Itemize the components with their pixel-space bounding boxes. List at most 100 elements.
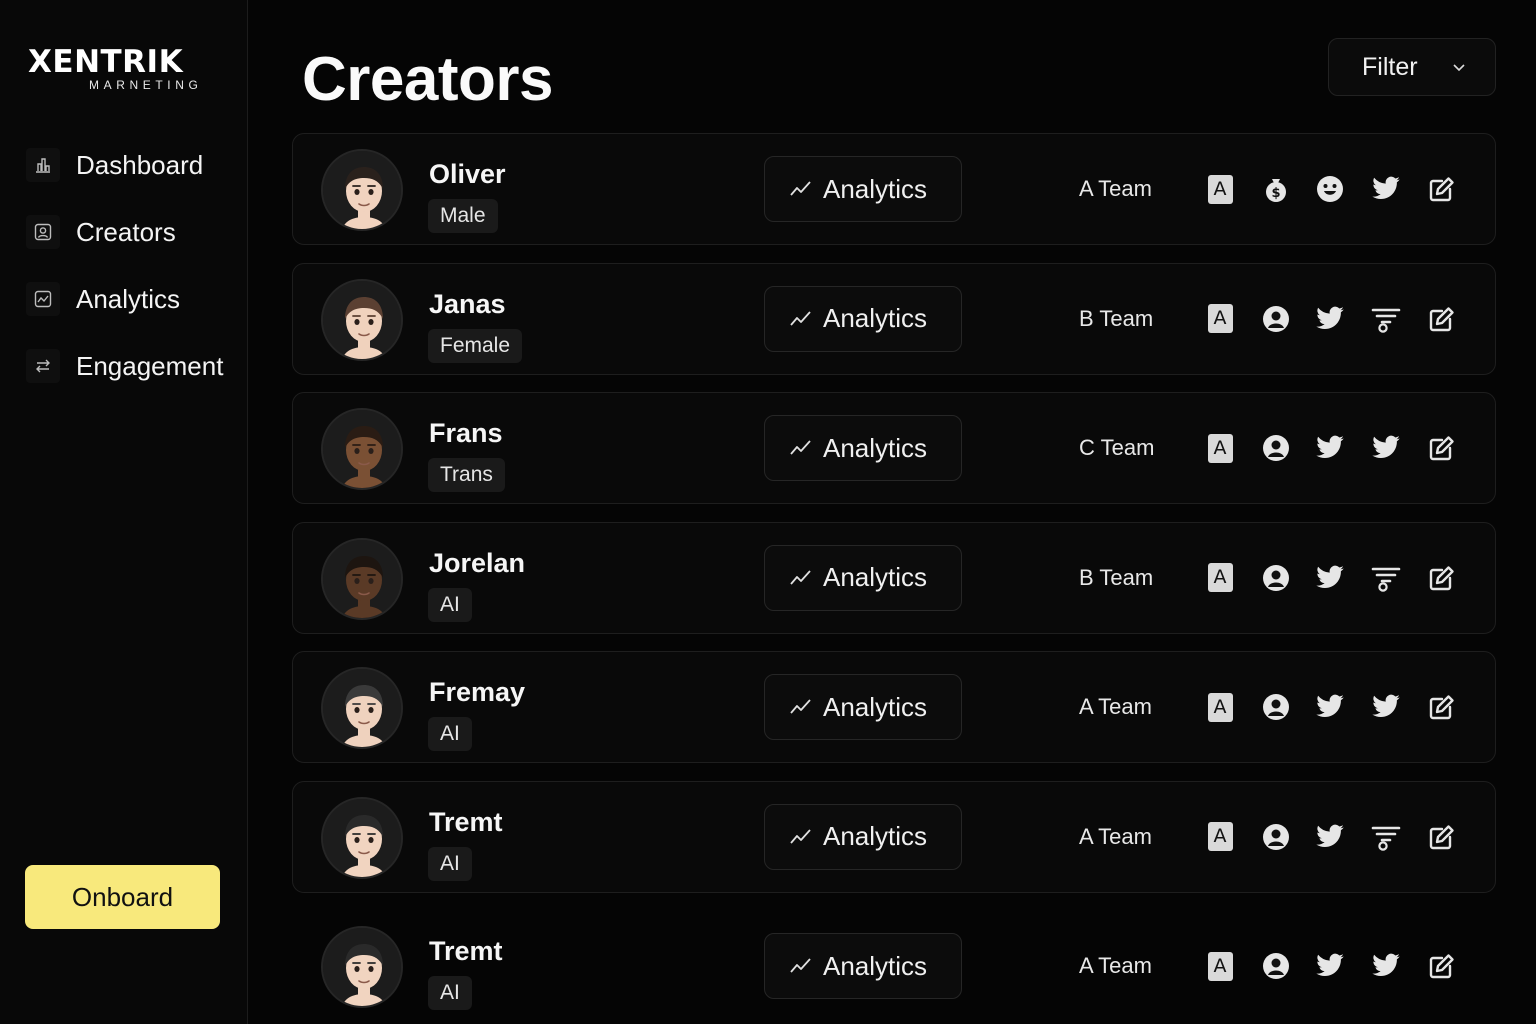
profile-icon[interactable] <box>1259 820 1293 854</box>
app-store-icon[interactable]: A <box>1203 431 1237 465</box>
profile-icon[interactable] <box>1259 431 1293 465</box>
creator-row: Janas Female Analytics B Team A <box>292 262 1496 375</box>
creator-tag-badge: AI <box>428 846 472 881</box>
team-label: A Team <box>1079 823 1152 849</box>
edit-icon[interactable] <box>1425 949 1459 983</box>
bar-chart-icon <box>26 148 60 182</box>
line-chart-icon <box>26 282 60 316</box>
avatar <box>321 926 403 1008</box>
profile-icon[interactable] <box>1259 949 1293 983</box>
creator-row: Tremt AI Analytics A Team A <box>292 910 1496 1022</box>
avatar <box>321 796 403 879</box>
profile-icon[interactable] <box>1259 690 1293 724</box>
creator-name: Jorelan <box>429 547 526 578</box>
twitter-icon[interactable] <box>1313 949 1347 983</box>
sidebar-item-label: Dashboard <box>76 149 204 180</box>
creator-name: Tremt <box>429 806 503 837</box>
sidebar-item-creators[interactable]: Creators <box>26 211 223 253</box>
profile-icon[interactable] <box>1259 561 1293 595</box>
analytics-button[interactable]: Analytics <box>764 803 962 870</box>
creator-tag-badge: Male <box>428 199 498 233</box>
avatar <box>321 408 403 490</box>
funnel-icon[interactable] <box>1369 820 1403 854</box>
coin-bag-icon[interactable]: $ <box>1259 172 1293 206</box>
creator-name: Frans <box>429 418 503 448</box>
edit-icon[interactable] <box>1425 302 1459 336</box>
sidebar-nav: Dashboard Creators Analytics Engagement <box>26 144 223 412</box>
trend-line-icon <box>790 699 811 714</box>
onboard-button[interactable]: Onboard <box>25 865 220 929</box>
sidebar-item-label: Analytics <box>76 283 181 314</box>
sidebar: XENTRIK MARNETING Dashboard Creators Ana… <box>0 0 248 1024</box>
sidebar-item-analytics[interactable]: Analytics <box>26 278 223 320</box>
analytics-button[interactable]: Analytics <box>764 933 962 999</box>
sidebar-item-engagement[interactable]: Engagement <box>26 345 223 387</box>
chevron-down-icon <box>1453 64 1465 72</box>
analytics-label: Analytics <box>823 562 928 592</box>
analytics-button[interactable]: Analytics <box>764 544 962 611</box>
twitter-icon[interactable] <box>1313 431 1347 465</box>
filter-dropdown[interactable]: Filter <box>1328 38 1496 96</box>
analytics-label: Analytics <box>823 303 928 333</box>
twitter-icon[interactable] <box>1369 949 1403 983</box>
app-store-icon[interactable]: A <box>1203 820 1237 854</box>
creator-tag-badge: AI <box>428 717 472 751</box>
edit-icon[interactable] <box>1425 561 1459 595</box>
edit-icon[interactable] <box>1425 820 1459 854</box>
trend-line-icon <box>790 958 811 973</box>
twitter-icon[interactable] <box>1313 690 1347 724</box>
twitter-icon[interactable] <box>1369 431 1403 465</box>
app-store-icon[interactable]: A <box>1203 949 1237 983</box>
creator-row: Frans Trans Analytics C Team A <box>292 392 1496 504</box>
profile-icon[interactable] <box>1259 302 1293 336</box>
twitter-icon[interactable] <box>1313 820 1347 854</box>
trend-line-icon <box>790 569 811 585</box>
creator-name: Oliver <box>429 159 506 189</box>
smiley-icon[interactable] <box>1313 172 1347 206</box>
app-window: XENTRIK MARNETING Dashboard Creators Ana… <box>0 0 1536 1024</box>
funnel-icon[interactable] <box>1369 561 1403 595</box>
trend-line-icon <box>790 828 811 844</box>
analytics-button[interactable]: Analytics <box>764 674 962 740</box>
team-label: C Team <box>1079 435 1155 460</box>
filter-label: Filter <box>1362 52 1418 81</box>
creator-name: Fremay <box>429 677 526 707</box>
creator-tag-badge: Trans <box>428 458 505 492</box>
team-label: B Team <box>1079 564 1154 590</box>
sidebar-item-dashboard[interactable]: Dashboard <box>26 144 223 186</box>
twitter-icon[interactable] <box>1369 172 1403 206</box>
team-label: B Team <box>1079 305 1154 331</box>
app-store-icon[interactable]: A <box>1203 172 1237 206</box>
team-label: A Team <box>1079 176 1152 201</box>
twitter-icon[interactable] <box>1313 302 1347 336</box>
creator-row: Oliver Male Analytics A Team A $ <box>292 133 1496 245</box>
team-label: A Team <box>1079 694 1152 719</box>
analytics-button[interactable]: Analytics <box>764 156 962 222</box>
twitter-icon[interactable] <box>1369 690 1403 724</box>
swap-arrows-icon <box>26 349 60 383</box>
analytics-label: Analytics <box>823 691 928 722</box>
sidebar-item-label: Creators <box>76 216 176 247</box>
app-store-icon[interactable]: A <box>1203 302 1237 336</box>
edit-icon[interactable] <box>1425 172 1459 206</box>
creator-tag-badge: Female <box>428 328 523 363</box>
avatar <box>321 667 403 749</box>
creator-name: Janas <box>429 288 506 319</box>
creator-name: Tremt <box>429 936 503 966</box>
avatar <box>321 149 403 231</box>
app-store-icon[interactable]: A <box>1203 690 1237 724</box>
svg-text:$: $ <box>1271 186 1280 201</box>
twitter-icon[interactable] <box>1313 561 1347 595</box>
creator-tag-badge: AI <box>428 976 472 1010</box>
creator-tag-badge: AI <box>428 587 472 622</box>
edit-icon[interactable] <box>1425 431 1459 465</box>
analytics-label: Analytics <box>823 950 928 981</box>
analytics-button[interactable]: Analytics <box>764 415 962 481</box>
creators-list: Oliver Male Analytics A Team A $ Janas Fe… <box>292 133 1496 1024</box>
funnel-icon[interactable] <box>1369 302 1403 336</box>
trend-line-icon <box>790 181 811 196</box>
trend-line-icon <box>790 310 811 326</box>
analytics-button[interactable]: Analytics <box>764 285 962 352</box>
app-store-icon[interactable]: A <box>1203 561 1237 595</box>
edit-icon[interactable] <box>1425 690 1459 724</box>
